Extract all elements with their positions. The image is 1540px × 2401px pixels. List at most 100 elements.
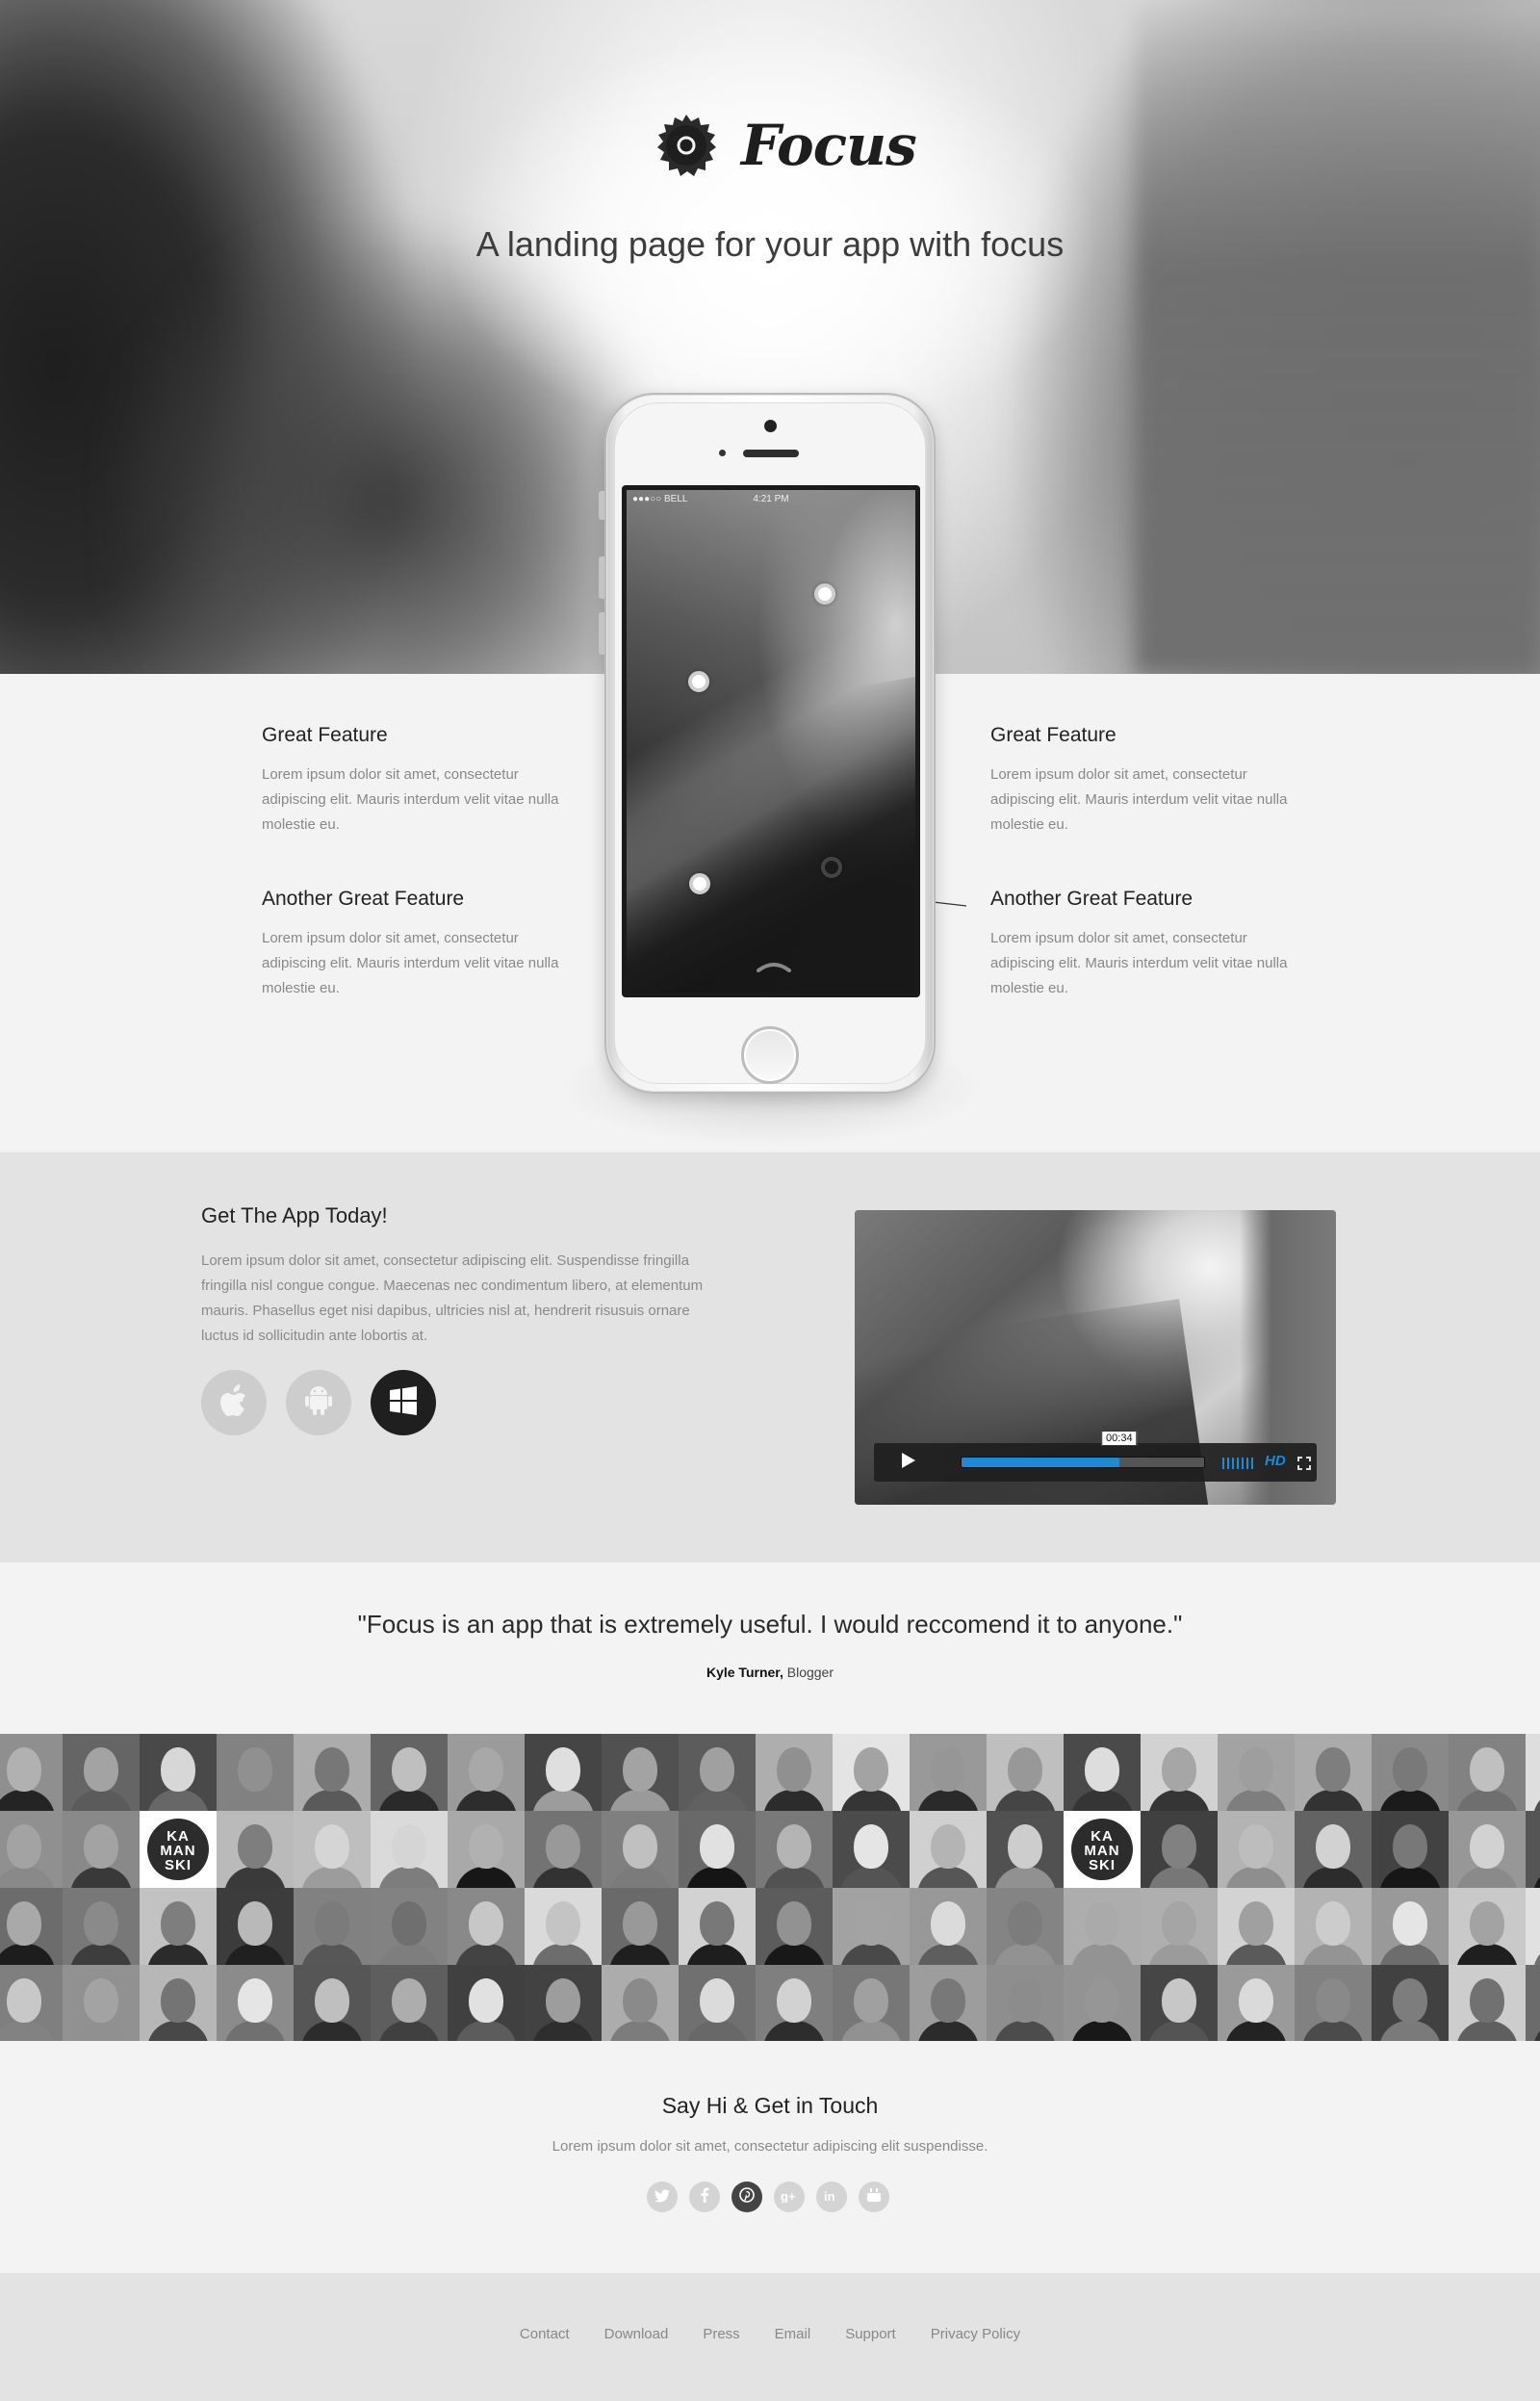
- hero-tagline: A landing page for your app with focus: [475, 224, 1065, 264]
- scroll-down-chevron-icon[interactable]: [746, 315, 794, 334]
- google-plus-button[interactable]: g+: [774, 2182, 805, 2212]
- screen-chevron-up-icon[interactable]: [757, 958, 791, 972]
- face-head: [238, 1747, 272, 1792]
- twitter-button[interactable]: [647, 2182, 678, 2212]
- face-head: [700, 1978, 734, 2023]
- community-face: [602, 1811, 679, 1888]
- community-face: [1372, 1888, 1449, 1965]
- pinterest-icon: [739, 2187, 755, 2207]
- testimonial-author: Kyle Turner,: [706, 1665, 783, 1680]
- footer-link-contact[interactable]: Contact: [520, 2326, 570, 2342]
- community-face: [0, 1811, 63, 1888]
- video-progress-bar[interactable]: 00:34: [961, 1431, 1205, 1468]
- face-shoulders: [763, 1790, 825, 1811]
- phone-mute-switch: [599, 491, 604, 520]
- community-face: [1218, 1888, 1295, 1965]
- community-face: [63, 1965, 140, 2041]
- face-shoulders: [1148, 1790, 1210, 1811]
- face-shoulders: [532, 1944, 594, 1965]
- face-head: [1470, 1824, 1504, 1869]
- screen-hotspot[interactable]: [814, 583, 835, 605]
- community-face: [448, 1811, 525, 1888]
- face-shoulders: [840, 1944, 902, 1965]
- community-face: [756, 1811, 833, 1888]
- face-shoulders: [532, 1867, 594, 1888]
- android-icon: [304, 1385, 333, 1420]
- face-shoulders: [1456, 1867, 1518, 1888]
- community-face: [525, 1734, 602, 1811]
- face-shoulders: [1302, 1944, 1364, 1965]
- linkedin-button[interactable]: in: [816, 2182, 847, 2212]
- hd-toggle[interactable]: HD: [1265, 1453, 1286, 1469]
- face-shoulders: [301, 2021, 363, 2041]
- feature-title: Great Feature: [262, 724, 388, 746]
- face-head: [1393, 1824, 1427, 1869]
- feature-text: Lorem ipsum dolor sit amet, consectetur …: [262, 766, 559, 833]
- app-store-button[interactable]: [201, 1370, 267, 1435]
- community-face: [448, 1888, 525, 1965]
- face-shoulders: [686, 1790, 748, 1811]
- hero-mountain-right-edge: [1136, 0, 1540, 674]
- windows-store-button[interactable]: [371, 1370, 436, 1435]
- community-face: [910, 1965, 987, 2041]
- facebook-button[interactable]: [689, 2182, 720, 2212]
- feature-title: Another Great Feature: [262, 888, 465, 910]
- play-button[interactable]: [874, 1443, 943, 1482]
- video-player[interactable]: 00:34 HD: [855, 1210, 1336, 1505]
- logo[interactable]: Focus: [654, 113, 917, 178]
- face-head: [1008, 1978, 1042, 2023]
- face-head: [469, 1901, 503, 1946]
- face-shoulders: [763, 1944, 825, 1965]
- face-head: [1239, 1824, 1273, 1869]
- community-face: [1526, 1734, 1540, 1811]
- footer-link-support[interactable]: Support: [845, 2326, 896, 2342]
- facebook-icon: [700, 2187, 709, 2207]
- face-head: [84, 1747, 118, 1792]
- contact-subtitle: Lorem ipsum dolor sit amet, consectetur …: [552, 2138, 988, 2155]
- face-head: [700, 1824, 734, 1869]
- community-face: [525, 1811, 602, 1888]
- face-head: [854, 1824, 888, 1869]
- face-head: [7, 1824, 41, 1869]
- community-face: [294, 1734, 371, 1811]
- face-head: [161, 1747, 195, 1792]
- youtube-button[interactable]: [859, 2182, 889, 2212]
- face-head: [623, 1747, 657, 1792]
- footer-link-privacy[interactable]: Privacy Policy: [931, 2326, 1020, 2342]
- phone-camera: [764, 420, 777, 432]
- play-icon: [901, 1452, 916, 1473]
- footer-link-download[interactable]: Download: [604, 2326, 669, 2342]
- status-time: 4:21 PM: [753, 493, 789, 504]
- face-shoulders: [1148, 1867, 1210, 1888]
- community-face: [910, 1811, 987, 1888]
- face-shoulders: [455, 2021, 517, 2041]
- volume-icon[interactable]: [1222, 1456, 1255, 1469]
- footer-link-email[interactable]: Email: [775, 2326, 811, 2342]
- community-face: [987, 1888, 1064, 1965]
- face-shoulders: [224, 1867, 286, 1888]
- community-face: [1372, 1734, 1449, 1811]
- testimonial-author-line: Kyle Turner, Blogger: [0, 1665, 1540, 1680]
- community-face: [1064, 1734, 1141, 1811]
- pinterest-button[interactable]: [732, 2182, 762, 2212]
- community-face: [1295, 1888, 1372, 1965]
- community-face: [1141, 1734, 1218, 1811]
- face-head: [315, 1978, 349, 2023]
- feature-title: Great Feature: [990, 724, 1116, 746]
- face-head: [7, 1747, 41, 1792]
- community-face: [1295, 1965, 1372, 2041]
- fullscreen-icon[interactable]: [1297, 1456, 1311, 1470]
- face-head: [1470, 1747, 1504, 1792]
- community-face: [63, 1811, 140, 1888]
- footer-link-press[interactable]: Press: [703, 2326, 739, 2342]
- community-face: [140, 1965, 217, 2041]
- community-face: [1449, 1965, 1526, 2041]
- screen-hotspot[interactable]: [688, 671, 709, 692]
- face-shoulders: [301, 1790, 363, 1811]
- screen-hotspot[interactable]: [689, 873, 710, 894]
- face-shoulders: [686, 1944, 748, 1965]
- screen-hotspot-active[interactable]: [821, 857, 842, 878]
- face-shoulders: [301, 1867, 363, 1888]
- google-play-button[interactable]: [286, 1370, 351, 1435]
- community-face: [1218, 1811, 1295, 1888]
